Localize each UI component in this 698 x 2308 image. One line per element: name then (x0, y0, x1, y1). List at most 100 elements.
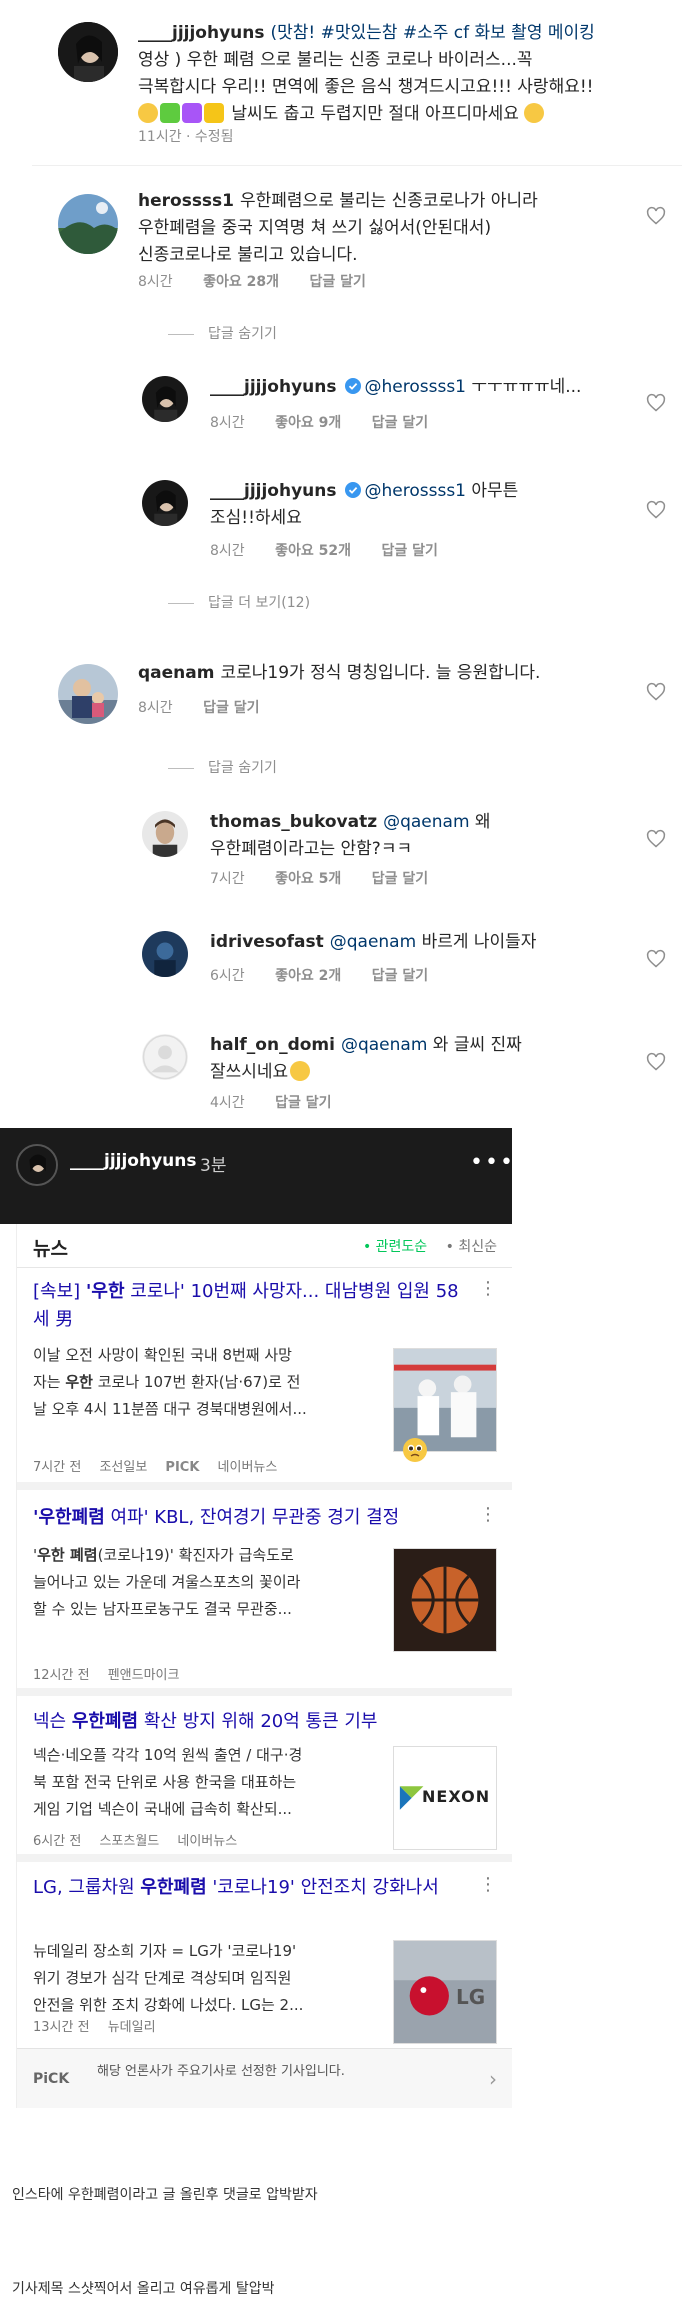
article-summary: 넥슨·네오플 각각 10억 원씩 출연 / 대구·경 북 포함 전국 단위로 사… (33, 1742, 373, 1823)
caption-line-2: 기사제목 스샷찍어서 올리고 여유롭게 탈압박 (12, 2281, 275, 2297)
avatar[interactable] (58, 22, 118, 82)
kebab-menu-icon[interactable]: ⋮ (479, 1874, 497, 1895)
view-more-replies-button[interactable]: 답글 더 보기(12) (168, 592, 310, 612)
article-publisher[interactable]: 펜앤드마이크 (108, 1668, 180, 1683)
news-article[interactable]: LG, 그룹차원 우한폐렴 '코로나19' 안전조치 강화나서 ⋮ 뉴데일리 장… (17, 1862, 512, 2048)
mention-link[interactable]: @qaenam (383, 812, 469, 832)
likes-count[interactable]: 좋아요 28개 (203, 274, 279, 290)
portal-link[interactable]: 네이버뉴스 (218, 1460, 278, 1475)
toggle-line (168, 333, 194, 335)
reply-button[interactable]: 답글 달기 (372, 968, 428, 984)
avatar[interactable] (142, 1034, 188, 1080)
summary-line: 안전을 위한 조치 강화에 나섰다. LG는 2... (33, 1996, 304, 2014)
comment-text: herossss1 우한폐렴으로 불리는 신종코로나가 아니라 우한폐렴을 중국 … (138, 188, 638, 269)
toggle-label: 답글 더 보기(12) (208, 595, 311, 611)
caption-line-1: 인스타에 우한폐렴이라고 글 올린후 댓글로 압박받자 (12, 2187, 318, 2203)
reply-button[interactable]: 답글 달기 (381, 543, 437, 559)
sort-latest[interactable]: 최신순 (458, 1239, 497, 1255)
likes-count[interactable]: 좋아요 2개 (275, 968, 341, 984)
sort-relevance[interactable]: 관련도순 (376, 1239, 428, 1255)
article-publisher[interactable]: 스포츠월드 (99, 1834, 159, 1849)
like-heart-icon[interactable] (646, 1052, 666, 1072)
reply-button[interactable]: 답글 달기 (275, 1095, 331, 1111)
kebab-menu-icon[interactable]: ⋮ (479, 1278, 497, 1299)
article-thumbnail[interactable] (393, 1548, 497, 1652)
kebab-menu-icon[interactable]: ⋮ (479, 1504, 497, 1525)
reply-button[interactable]: 답글 달기 (309, 274, 365, 290)
like-heart-icon[interactable] (646, 500, 666, 520)
comment-username[interactable]: half_on_domi (210, 1035, 335, 1055)
pick-info-bar[interactable]: PiCK 해당 언론사가 주요기사로 선정한 기사입니다. › (17, 2048, 512, 2108)
comment-username[interactable]: herossss1 (138, 191, 234, 211)
comment-meta: 8시간 답글 달기 (138, 697, 286, 717)
article-title[interactable]: '우한폐렴 여파' KBL, 잔여경기 무관중 경기 결정 (33, 1504, 473, 1532)
hashtag-text[interactable]: (맛참! #맛있는참 #소주 cf 화보 촬영 메이킹 (271, 23, 595, 43)
avatar[interactable] (58, 664, 118, 724)
avatar[interactable] (142, 811, 188, 857)
news-article[interactable]: [속보] '우한 코로나' 10번째 사망자... 대남병원 입원 58세 男 … (17, 1268, 512, 1490)
article-source: 7시간 전 조선일보 PICK 네이버뉴스 (33, 1456, 291, 1475)
comment-username[interactable]: ____jjjjohyuns (138, 23, 265, 43)
comment-meta: 8시간 좋아요 52개 답글 달기 (210, 540, 464, 560)
comment-text: ____jjjjohyuns (맛참! #맛있는참 #소주 cf 화보 촬영 메이… (138, 20, 658, 128)
comment-time: 6시간 (210, 968, 245, 984)
mention-link[interactable]: @herossss1 (365, 377, 467, 397)
more-options-icon[interactable]: ••• (470, 1150, 512, 1175)
likes-count[interactable]: 좋아요 52개 (275, 543, 351, 559)
news-article[interactable]: 넥슨 우한폐렴 확산 방지 위해 20억 통큰 기부 넥슨·네오플 각각 10억… (17, 1696, 512, 1862)
like-heart-icon[interactable] (646, 206, 666, 226)
likes-count[interactable]: 좋아요 9개 (275, 415, 341, 431)
comment-username[interactable]: ____jjjjohyuns (210, 377, 337, 397)
reply-button[interactable]: 답글 달기 (372, 415, 428, 431)
mention-link[interactable]: @herossss1 (365, 481, 467, 501)
article-title[interactable]: 넥슨 우한폐렴 확산 방지 위해 20억 통큰 기부 (33, 1708, 473, 1736)
like-heart-icon[interactable] (646, 949, 666, 969)
reply-button[interactable]: 답글 달기 (372, 871, 428, 887)
comment-time: 8시간 (210, 543, 245, 559)
article-thumbnail[interactable]: NEXON (393, 1746, 497, 1850)
story-time: 3분 (200, 1156, 227, 1176)
news-screenshot: 뉴스 • 관련도순 • 최신순 [속보] '우한 코로나' 10번째 사망자..… (16, 1224, 512, 2108)
article-title[interactable]: LG, 그룹차원 우한폐렴 '코로나19' 안전조치 강화나서 (33, 1874, 473, 1902)
verified-badge-icon (344, 482, 361, 498)
article-time: 6시간 전 (33, 1834, 82, 1849)
article-publisher[interactable]: 조선일보 (99, 1460, 147, 1475)
avatar[interactable] (142, 480, 188, 526)
story-username[interactable]: ____jjjjohyuns (70, 1151, 197, 1171)
comment-text: idrivesofast @qaenam 바르게 나이들자 (210, 929, 630, 956)
reply-button[interactable]: 답글 달기 (203, 700, 259, 716)
article-thumbnail[interactable]: LG (393, 1940, 497, 2044)
comment-username[interactable]: idrivesofast (210, 932, 324, 952)
like-heart-icon[interactable] (646, 393, 666, 413)
mention-link[interactable]: @qaenam (330, 932, 416, 952)
chevron-right-icon[interactable]: › (489, 2067, 497, 2091)
news-article[interactable]: '우한폐렴 여파' KBL, 잔여경기 무관중 경기 결정 ⋮ '우한 폐렴(코… (17, 1490, 512, 1696)
hide-replies-button[interactable]: 답글 숨기기 (168, 757, 277, 777)
comment-line: 와 글씨 진짜 (432, 1035, 522, 1055)
article-publisher[interactable]: 뉴데일리 (108, 2020, 156, 2035)
comment-line: ㅜㅜㅠㅠㅠ네... (471, 377, 582, 397)
comment-time: 7시간 (210, 871, 245, 887)
avatar[interactable] (58, 194, 118, 254)
summary-keyword: 우한 (65, 1373, 93, 1391)
article-time: 13시간 전 (33, 2020, 90, 2035)
hide-replies-button[interactable]: 답글 숨기기 (168, 323, 277, 343)
article-title[interactable]: [속보] '우한 코로나' 10번째 사망자... 대남병원 입원 58세 男 (33, 1278, 473, 1334)
comment-username[interactable]: thomas_bukovatz (210, 812, 377, 832)
portal-link[interactable]: 네이버뉴스 (177, 1834, 237, 1849)
comment-line: 영상 ) 우한 폐렴 으로 불리는 신종 코로나 바이러스...꼭 (138, 50, 533, 70)
article-title-text: 확산 방지 위해 20억 통큰 기부 (138, 1711, 378, 1732)
avatar[interactable] (142, 376, 188, 422)
story-header: ____jjjjohyuns 3분 ••• (0, 1128, 512, 1224)
comment-username[interactable]: qaenam (138, 663, 214, 683)
likes-count[interactable]: 좋아요 5개 (275, 871, 341, 887)
comment-username[interactable]: ____jjjjohyuns (210, 481, 337, 501)
avatar[interactable] (16, 1144, 58, 1186)
like-heart-icon[interactable] (646, 829, 666, 849)
purple-heart-emoji (182, 103, 202, 123)
comment-line: 조심!!하세요 (210, 508, 302, 528)
avatar[interactable] (142, 931, 188, 977)
like-heart-icon[interactable] (646, 682, 666, 702)
comment-time: 8시간 (210, 415, 245, 431)
mention-link[interactable]: @qaenam (341, 1035, 427, 1055)
